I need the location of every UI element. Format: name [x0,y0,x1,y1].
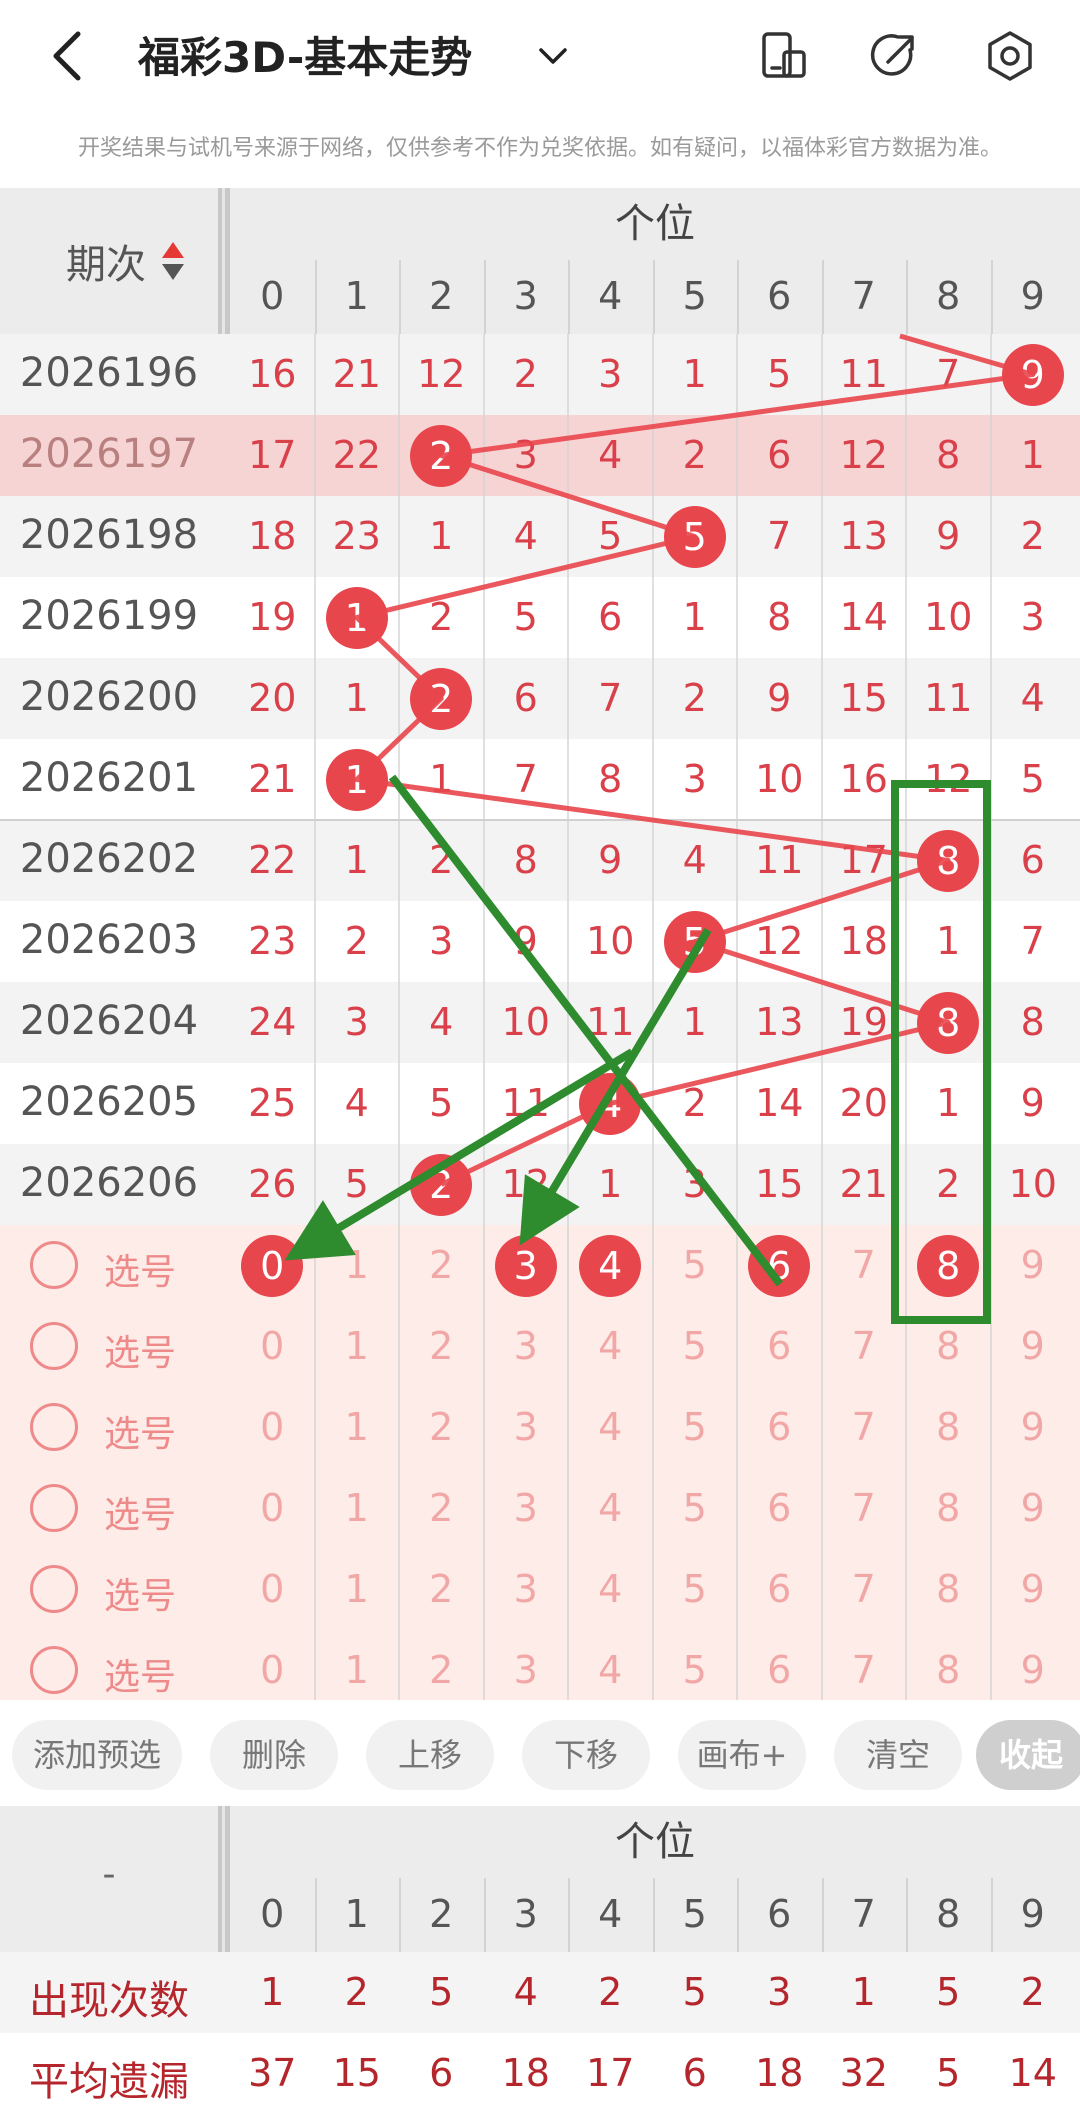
annotation-diagonal [388,774,784,1287]
trend-annotation-layer [284,333,1036,1324]
trend-line [354,333,1036,1187]
annotation-arrow-to-0 [284,1048,635,1261]
annotation-arrow-to-3 [519,927,712,1246]
